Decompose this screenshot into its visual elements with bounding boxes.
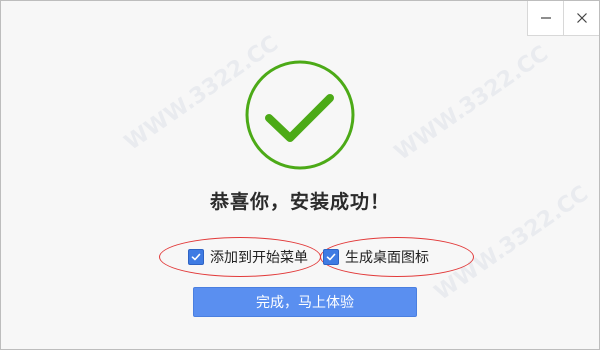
finish-button[interactable]: 完成，马上体验 (193, 287, 417, 317)
option-start-menu[interactable]: 添加到开始菜单 (188, 247, 308, 267)
check-circle-icon (245, 60, 355, 170)
success-headline: 恭喜你，安装成功！ (209, 191, 390, 213)
desktop-icon-checkbox[interactable] (323, 249, 339, 265)
option-desktop-icon[interactable]: 生成桌面图标 (323, 247, 429, 267)
titlebar-controls (527, 1, 599, 36)
watermark: WWW.3322.CC (390, 41, 554, 166)
minimize-icon (540, 12, 552, 24)
minimize-button[interactable] (527, 1, 563, 36)
close-icon (576, 12, 588, 24)
start-menu-checkbox[interactable] (188, 249, 204, 265)
start-menu-label: 添加到开始菜单 (210, 250, 308, 266)
close-button[interactable] (563, 1, 599, 36)
installer-window: WWW.3322.CC WWW.3322.CC WWW.3322.CC 恭喜你，… (0, 0, 600, 350)
desktop-icon-label: 生成桌面图标 (345, 250, 429, 266)
